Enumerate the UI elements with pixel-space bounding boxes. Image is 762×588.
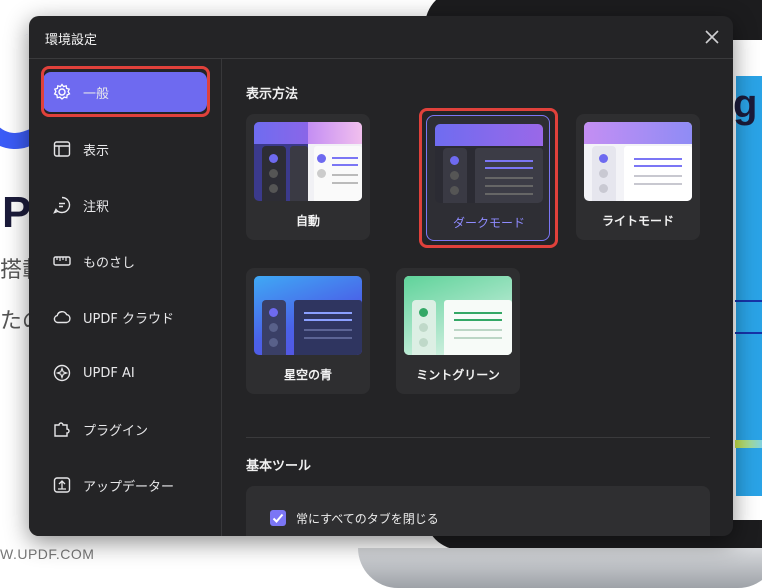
basic-tools-panel: 常にすべてのタブを閉じる [246, 486, 710, 536]
sidebar-item-cloud[interactable]: UPDF クラウド [43, 297, 207, 337]
close-all-tabs-label: 常にすべてのタブを閉じる [296, 512, 439, 526]
theme-label: ダークモード [452, 216, 525, 230]
theme-option-light[interactable]: ライトモード [576, 114, 700, 240]
sidebar-item-label: ものさし [83, 255, 136, 271]
sidebar-item-display[interactable]: 表示 [43, 129, 207, 169]
update-icon [51, 474, 73, 496]
theme-label: 自動 [295, 214, 320, 228]
sidebar-item-label: プラグイン [83, 423, 149, 439]
theme-thumbnail [435, 124, 543, 203]
theme-label: 星空の青 [283, 368, 332, 382]
theme-thumbnail [254, 122, 362, 201]
theme-option-dark[interactable]: ダークモード [426, 115, 550, 241]
dialog-title: 環境設定 [45, 33, 98, 48]
sidebar-item-label: 一般 [83, 86, 110, 102]
comment-icon [51, 194, 73, 216]
gear-icon [51, 81, 73, 103]
theme-option-starry-blue[interactable]: 星空の青 [246, 268, 370, 394]
background-heading: P [2, 188, 32, 237]
laptop-screen-glyph: g [733, 82, 758, 126]
preferences-sidebar: 一般 表示 注釈 ものさし UPDF クラウド UPDF AI プラグイン アッ… [29, 59, 222, 536]
sidebar-item-label: UPDF AI [83, 365, 135, 381]
section-divider [246, 437, 710, 438]
sidebar-item-general[interactable]: 一般 [43, 72, 207, 112]
sidebar-item-updater[interactable]: アップデーター [43, 465, 207, 505]
preferences-content: 表示方法 自動 ダークモード ライトモード 星空の青 ミントグリーン 基本ツール… [222, 59, 733, 536]
layout-icon [51, 138, 73, 160]
close-all-tabs-checkbox[interactable] [270, 510, 286, 526]
sidebar-item-ai[interactable]: UPDF AI [43, 353, 207, 393]
sidebar-item-label: 注釈 [83, 199, 110, 215]
close-icon[interactable] [701, 26, 723, 48]
theme-option-auto[interactable]: 自動 [246, 114, 370, 240]
theme-thumbnail [584, 122, 692, 201]
sidebar-item-plugin[interactable]: プラグイン [43, 409, 207, 449]
laptop-base [358, 548, 762, 588]
puzzle-icon [51, 418, 73, 440]
sidebar-item-label: UPDF クラウド [83, 311, 174, 327]
section-title-display: 表示方法 [246, 87, 299, 102]
sidebar-item-label: 表示 [83, 143, 110, 159]
ai-icon [51, 362, 73, 384]
sidebar-item-label: アップデーター [83, 479, 175, 495]
laptop-screen-content [736, 76, 762, 496]
theme-thumbnail [404, 276, 512, 355]
laptop-screen-wave [735, 300, 762, 334]
sidebar-item-annotation[interactable]: 注釈 [43, 185, 207, 225]
theme-option-mint-green[interactable]: ミントグリーン [396, 268, 520, 394]
background-url: W.UPDF.COM [0, 546, 95, 562]
cloud-icon [51, 306, 73, 328]
section-title-tools: 基本ツール [246, 459, 312, 474]
sidebar-item-ruler[interactable]: ものさし [43, 241, 207, 281]
theme-thumbnail [254, 276, 362, 355]
preferences-dialog: 環境設定 一般 表示 注釈 ものさし UPDF クラウド UPDF AI プラグ… [29, 16, 733, 536]
theme-label: ミントグリーン [416, 368, 500, 382]
dialog-titlebar: 環境設定 [29, 16, 733, 59]
ruler-icon [51, 250, 73, 272]
theme-label: ライトモード [601, 214, 674, 228]
laptop-screen-spectrum [735, 440, 762, 448]
